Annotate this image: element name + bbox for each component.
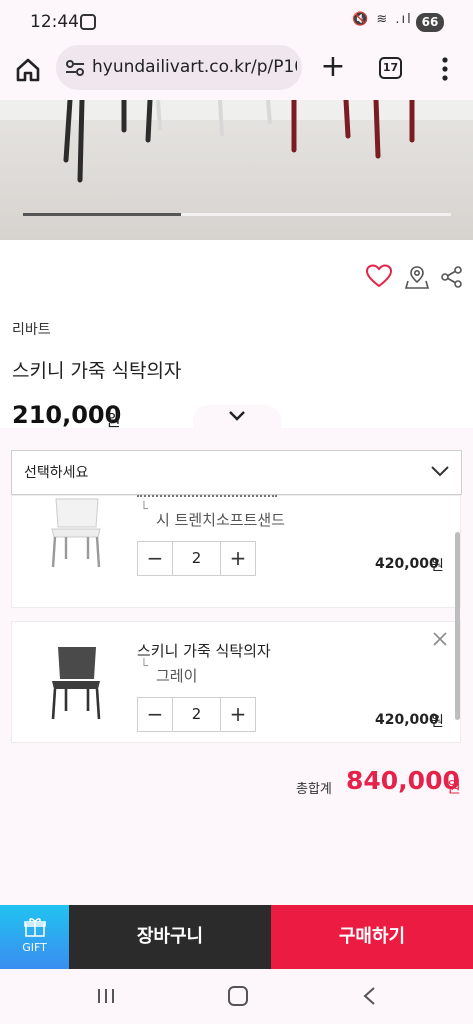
cropped-product-name (137, 495, 277, 501)
brand-name[interactable]: 리바트 (12, 319, 51, 339)
option-marker: └ (140, 659, 148, 674)
line-price: 420,000 (375, 712, 439, 728)
chair-legs-photo (0, 100, 473, 183)
option-name: 그레이 (156, 667, 198, 685)
gift-icon (24, 918, 46, 937)
line-price-unit: 원 (431, 714, 444, 730)
store-location-icon[interactable] (404, 264, 430, 290)
back-icon[interactable] (362, 986, 376, 1006)
total-price: 840,000 (346, 766, 460, 795)
total-price-unit: 원 (447, 778, 461, 796)
quantity-value[interactable]: 2 (172, 542, 221, 575)
home-nav-icon[interactable] (228, 986, 248, 1006)
battery-icon: 66 (416, 13, 444, 32)
grey-chair-thumbnail (51, 647, 101, 720)
white-chair-thumbnail (51, 498, 101, 568)
gift-button[interactable] (0, 905, 69, 969)
image-scroll-progress (23, 213, 182, 216)
decrease-button[interactable]: − (138, 542, 172, 575)
increase-button[interactable]: + (221, 542, 255, 575)
product-title: 스키니 가죽 식탁의자 (12, 360, 182, 382)
item-product-name: 스키니 가죽 식탁의자 (137, 642, 271, 660)
add-to-cart-button[interactable]: 장바구니 (69, 905, 271, 969)
close-icon[interactable] (432, 631, 448, 647)
home-icon[interactable] (14, 56, 42, 84)
option-select-label: 선택하세요 (24, 465, 89, 481)
buy-now-button[interactable]: 구매하기 (271, 905, 473, 969)
signal-icons: 🔇 ≋ .ıl (352, 12, 413, 27)
site-settings-icon[interactable] (64, 57, 86, 79)
chevron-down-icon[interactable] (227, 409, 247, 423)
decrease-button[interactable]: − (138, 698, 172, 731)
product-image[interactable] (0, 100, 473, 240)
tab-count-button[interactable]: 17 (379, 57, 402, 79)
more-menu-icon[interactable] (436, 56, 454, 82)
line-price: 420,000 (375, 556, 439, 572)
quantity-stepper[interactable]: − 2 + (137, 697, 256, 732)
new-tab-button[interactable]: + (318, 52, 348, 82)
total-label: 총합계 (296, 782, 332, 797)
url-text[interactable]: hyundailivart.co.kr/p/P10 (92, 57, 297, 77)
screen-record-icon (80, 14, 96, 30)
quantity-value[interactable]: 2 (172, 698, 221, 731)
product-price: 210,000 (12, 401, 122, 429)
option-name: 시 트렌치소프트샌드 (156, 511, 285, 529)
line-price-unit: 원 (431, 558, 444, 574)
recents-icon[interactable] (96, 986, 116, 1006)
chevron-down-icon[interactable] (430, 464, 450, 478)
status-time: 12:44 (30, 12, 79, 32)
option-list-scrollbar[interactable] (455, 532, 460, 720)
heart-icon[interactable] (366, 264, 392, 288)
share-icon[interactable] (441, 266, 463, 288)
quantity-stepper[interactable]: − 2 + (137, 541, 256, 576)
option-marker: └ (140, 502, 148, 517)
gift-label: GIFT (22, 941, 47, 954)
increase-button[interactable]: + (221, 698, 255, 731)
